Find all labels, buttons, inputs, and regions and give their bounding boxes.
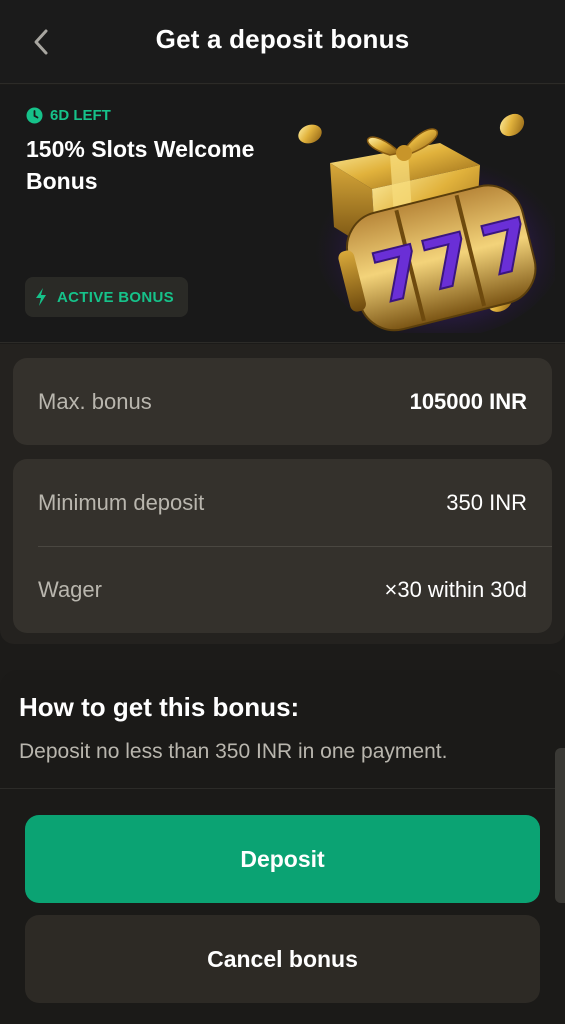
wager-label: Wager — [38, 577, 102, 602]
bonus-terms-card: Minimum deposit 350 INR Wager ×30 within… — [13, 459, 552, 633]
how-to-text: Deposit no less than 350 INR in one paym… — [19, 740, 448, 763]
how-to-section: How to get this bonus: Deposit no less t… — [0, 670, 565, 788]
divider — [38, 546, 552, 547]
page-title: Get a deposit bonus — [155, 24, 410, 54]
max-bonus-value: 105000 INR — [409, 389, 527, 414]
min-deposit-label: Minimum deposit — [38, 490, 205, 515]
wager-value: ×30 within 30d — [384, 577, 528, 602]
deposit-button[interactable]: Deposit — [25, 815, 540, 903]
top-bar: Get a deposit bonus — [0, 0, 565, 84]
max-bonus-card: Max. bonus 105000 INR — [13, 358, 552, 445]
cancel-bonus-button[interactable]: Cancel bonus — [25, 915, 540, 1003]
status-badge: ACTIVE BONUS — [25, 277, 188, 317]
min-deposit-value: 350 INR — [446, 490, 527, 515]
max-bonus-row: Max. bonus 105000 INR — [38, 389, 527, 415]
max-bonus-label: Max. bonus — [38, 389, 152, 414]
scrollbar[interactable] — [555, 748, 565, 903]
time-left-text: 6D LEFT — [50, 107, 111, 124]
wager-row: Wager ×30 within 30d — [38, 577, 527, 603]
slots-gift-illustration: 7 7 7 — [298, 113, 555, 333]
time-left-badge: 6D LEFT — [26, 107, 111, 124]
min-deposit-row: Minimum deposit 350 INR — [38, 490, 527, 516]
action-bar: Deposit Cancel bonus — [0, 788, 565, 1024]
bonus-screen: Get a deposit bonus 6D LEFT 150% Slots W… — [0, 0, 565, 1024]
how-to-title: How to get this bonus: — [19, 692, 300, 722]
bonus-banner: 6D LEFT 150% Slots Welcome Bonus ACTIVE … — [0, 85, 565, 343]
lightning-icon — [36, 288, 46, 306]
bonus-details: Max. bonus 105000 INR Minimum deposit 35… — [0, 344, 565, 644]
clock-icon — [26, 107, 43, 124]
status-badge-text: ACTIVE BONUS — [57, 288, 174, 306]
bonus-title: 150% Slots Welcome Bonus — [26, 136, 255, 194]
